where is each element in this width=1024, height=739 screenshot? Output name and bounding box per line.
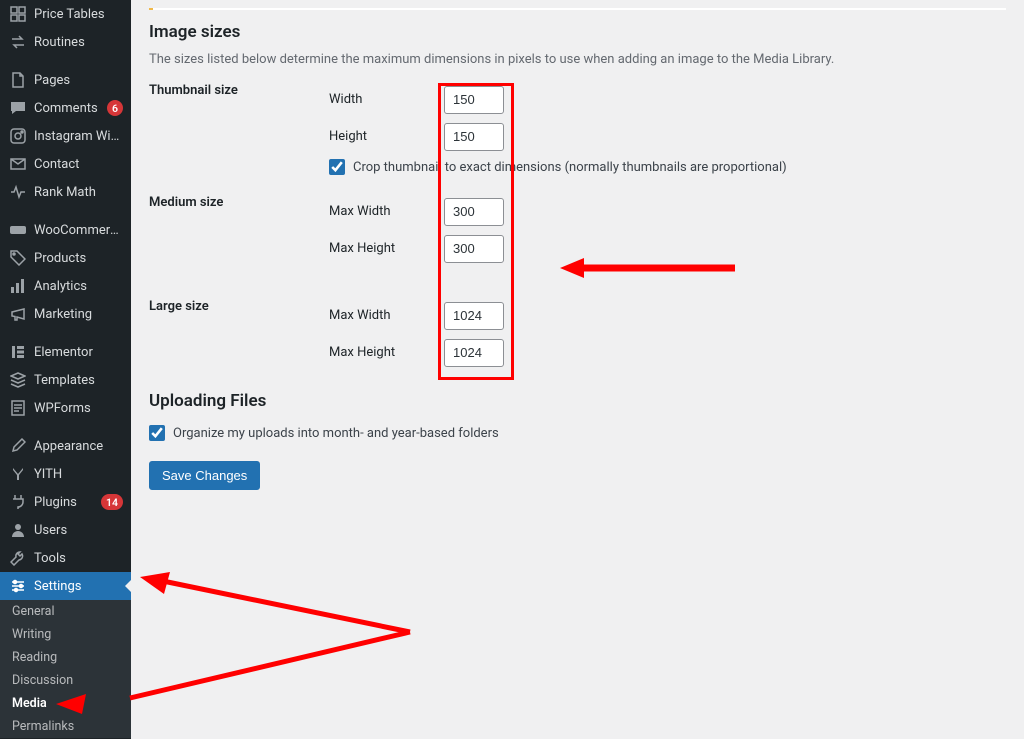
thumbnail-height-label: Height: [329, 129, 444, 144]
instagram-icon: [9, 128, 27, 144]
swap-icon: [9, 34, 27, 50]
sidebar-item-pages[interactable]: Pages: [0, 66, 131, 94]
content-area: Image sizes The sizes listed below deter…: [131, 0, 1024, 739]
admin-sidebar: Price Tables Routines Pages Comments 6 Instag…: [0, 0, 131, 739]
comment-icon: [9, 100, 27, 116]
thumbnail-crop-checkbox[interactable]: [329, 159, 345, 175]
sidebar-item-label: Rank Math: [34, 185, 123, 200]
medium-maxheight-label: Max Height: [329, 241, 444, 256]
sidebar-sub-media[interactable]: Media: [0, 692, 131, 715]
sidebar-item-label: Price Tables: [34, 7, 123, 22]
uploading-files-heading: Uploading Files: [149, 391, 1006, 411]
large-size-label: Large size: [149, 297, 329, 314]
organize-uploads-label: Organize my uploads into month- and year…: [173, 426, 499, 441]
sidebar-item-settings[interactable]: Settings: [0, 572, 131, 600]
elementor-icon: [9, 344, 27, 360]
sidebar-item-elementor[interactable]: Elementor: [0, 338, 131, 366]
sidebar-item-label: Marketing: [34, 307, 123, 322]
sidebar-item-woocommerce[interactable]: WooCommerce: [0, 216, 131, 244]
envelope-icon: [9, 156, 27, 172]
sidebar-item-label: Comments: [34, 101, 103, 116]
sidebar-item-label: WooCommerce: [34, 223, 123, 238]
thumbnail-crop-label: Crop thumbnail to exact dimensions (norm…: [353, 160, 787, 175]
wrench-icon: [9, 550, 27, 566]
sidebar-item-label: Tools: [34, 551, 123, 566]
sidebar-item-users[interactable]: Users: [0, 516, 131, 544]
sidebar-item-tools[interactable]: Tools: [0, 544, 131, 572]
sidebar-item-products[interactable]: Products: [0, 244, 131, 272]
sidebar-item-wpforms[interactable]: WPForms: [0, 394, 131, 422]
tag-icon: [9, 250, 27, 266]
sidebar-item-label: Pages: [34, 73, 123, 88]
sidebar-item-label: Plugins: [34, 495, 97, 510]
sidebar-item-routines[interactable]: Routines: [0, 28, 131, 56]
pulse-icon: [9, 184, 27, 200]
thumbnail-width-label: Width: [329, 92, 444, 107]
sidebar-item-yith[interactable]: YITH: [0, 460, 131, 488]
sidebar-item-templates[interactable]: Templates: [0, 366, 131, 394]
sidebar-item-rank-math[interactable]: Rank Math: [0, 178, 131, 206]
sidebar-item-label: Templates: [34, 373, 123, 388]
bars-icon: [9, 278, 27, 294]
sidebar-item-label: YITH: [34, 467, 123, 482]
update-notice-bar: [149, 8, 1006, 10]
sidebar-item-label: Instagram Widget: [34, 129, 123, 144]
large-maxwidth-label: Max Width: [329, 308, 444, 323]
yith-icon: [9, 466, 27, 482]
large-maxheight-label: Max Height: [329, 345, 444, 360]
image-sizes-heading: Image sizes: [149, 22, 1006, 42]
sidebar-item-contact[interactable]: Contact: [0, 150, 131, 178]
sidebar-item-appearance[interactable]: Appearance: [0, 432, 131, 460]
sidebar-item-label: Products: [34, 251, 123, 266]
sidebar-item-label: Routines: [34, 35, 123, 50]
save-changes-button[interactable]: Save Changes: [149, 461, 260, 490]
sidebar-item-analytics[interactable]: Analytics: [0, 272, 131, 300]
sidebar-badge: 6: [107, 100, 123, 116]
thumbnail-width-input[interactable]: [444, 86, 504, 114]
megaphone-icon: [9, 306, 27, 322]
sliders-icon: [9, 578, 27, 594]
medium-maxheight-input[interactable]: [444, 235, 504, 263]
sidebar-sub-reading[interactable]: Reading: [0, 646, 131, 669]
sidebar-item-marketing[interactable]: Marketing: [0, 300, 131, 328]
brush-icon: [9, 438, 27, 454]
sidebar-item-comments[interactable]: Comments 6: [0, 94, 131, 122]
sidebar-item-label: Appearance: [34, 439, 123, 454]
medium-size-label: Medium size: [149, 193, 329, 210]
sidebar-item-label: Users: [34, 523, 123, 538]
sidebar-item-label: Contact: [34, 157, 123, 172]
organize-uploads-checkbox[interactable]: [149, 425, 165, 441]
medium-maxwidth-input[interactable]: [444, 198, 504, 226]
sidebar-badge: 14: [101, 494, 123, 510]
sidebar-item-instagram-widget[interactable]: Instagram Widget: [0, 122, 131, 150]
image-sizes-desc: The sizes listed below determine the max…: [149, 52, 1006, 67]
sidebar-item-label: Elementor: [34, 345, 123, 360]
page-icon: [9, 72, 27, 88]
woo-icon: [9, 222, 27, 238]
user-icon: [9, 522, 27, 538]
sidebar-sub-discussion[interactable]: Discussion: [0, 669, 131, 692]
large-maxheight-input[interactable]: [444, 339, 504, 367]
grid-icon: [9, 6, 27, 22]
stack-icon: [9, 372, 27, 388]
sidebar-item-label: Settings: [34, 579, 123, 594]
sidebar-item-price-tables[interactable]: Price Tables: [0, 0, 131, 28]
sidebar-item-label: Analytics: [34, 279, 123, 294]
sidebar-sub-permalinks[interactable]: Permalinks: [0, 715, 131, 738]
sidebar-item-plugins[interactable]: Plugins 14: [0, 488, 131, 516]
thumbnail-height-input[interactable]: [444, 123, 504, 151]
large-maxwidth-input[interactable]: [444, 302, 504, 330]
sidebar-sub-general[interactable]: General: [0, 600, 131, 623]
sidebar-item-label: WPForms: [34, 401, 123, 416]
wpforms-icon: [9, 400, 27, 416]
medium-maxwidth-label: Max Width: [329, 204, 444, 219]
plug-icon: [9, 494, 27, 510]
sidebar-sub-writing[interactable]: Writing: [0, 623, 131, 646]
thumbnail-size-label: Thumbnail size: [149, 81, 329, 98]
